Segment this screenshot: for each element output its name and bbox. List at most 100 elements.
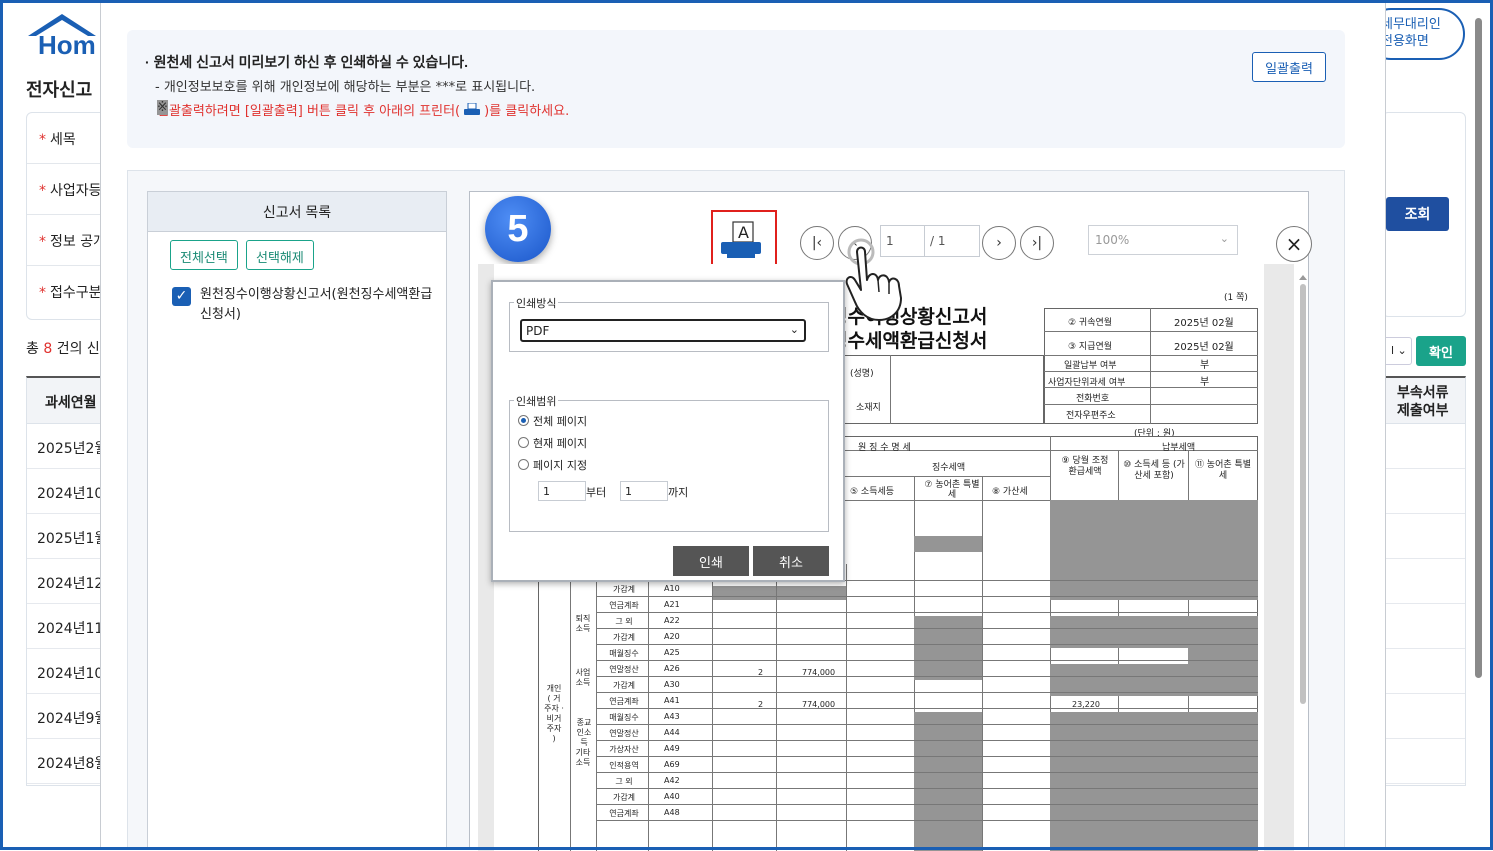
close-viewer-button[interactable]: × [1276, 226, 1312, 262]
row-code: A43 [664, 712, 680, 721]
confirm-button[interactable]: 확인 [1416, 336, 1466, 366]
print-method-select[interactable]: PDF ⌄ [520, 319, 806, 342]
belong-month-label: ② 귀속연월 [1068, 318, 1113, 328]
row-divider [596, 724, 1258, 725]
printer-icon: A [721, 221, 761, 258]
logo-text: Hom [38, 30, 96, 60]
row-code: A30 [664, 680, 680, 689]
withholding-section-label: 원 징 수 명 세 [858, 443, 911, 453]
print-button[interactable]: A [711, 210, 777, 272]
row-code: A48 [664, 808, 680, 817]
row-code: A10 [664, 584, 680, 593]
col-income-tax-pay: ⑩ 소득세 등 (가산세 포함) [1123, 460, 1185, 481]
row-divider [596, 740, 1258, 741]
table-row[interactable]: 2024년12월 [27, 559, 105, 604]
row-label: 매월징수 [609, 649, 639, 658]
page-scrollbar[interactable] [1474, 8, 1484, 838]
row-divider [596, 660, 1258, 661]
notice-line-3: ※ 일괄출력하려면 [일괄출력] 버튼 클릭 후 아래의 프린터()를 클릭하세… [157, 100, 570, 119]
print-confirm-button[interactable]: 인쇄 [673, 546, 749, 576]
row-label: 매월징수 [609, 713, 639, 722]
table-row[interactable]: 2024년11월 [27, 604, 105, 649]
form-field: * 정보 공개 [27, 215, 105, 266]
bulk-pay-value: 부 [1200, 360, 1210, 371]
row-label: 연금계좌 [609, 601, 639, 610]
table-row[interactable]: 2025년1월 [27, 514, 105, 559]
col-adjust-refund: ⑨ 당월 조정 환급세액 [1061, 456, 1109, 477]
row-label: 가감계 [612, 633, 636, 642]
notice-line-1: · 원천세 신고서 미리보기 하신 후 인쇄하실 수 있습니다. [145, 54, 469, 70]
search-button[interactable]: 조회 [1386, 197, 1449, 231]
col-rural-tax-pay: ⑪ 농어촌 특별세 [1194, 460, 1252, 481]
page-size-select[interactable]: l ⌄ [1382, 337, 1412, 365]
first-page-button[interactable]: |‹ [800, 226, 834, 260]
row-label: 연말정산 [609, 729, 639, 738]
notice-line-2: - 개인정보보호를 위해 개인정보에 해당하는 부분은 ***로 표시됩니다. [155, 80, 536, 95]
select-all-button[interactable]: 전체선택 [170, 240, 238, 270]
print-preview-modal: · 원천세 신고서 미리보기 하신 후 인쇄하실 수 있습니다. - 개인정보보… [100, 0, 1482, 851]
table-row[interactable]: 2025년2월 [27, 424, 105, 469]
row-label: 그 외 [615, 617, 633, 626]
report-item-label[interactable]: 원천징수이행상황신고서(원천징수세액환급신청서) [200, 285, 435, 325]
row-label: 가감계 [612, 585, 636, 594]
row-label: 연금계좌 [609, 697, 639, 706]
table-row[interactable]: 2024년9월 [27, 694, 105, 739]
row-divider [596, 772, 1258, 773]
row-code: A42 [664, 776, 680, 785]
col-rural-tax: ⑦ 농어촌 특별세 [924, 480, 980, 500]
radio-all-pages[interactable]: 전체 페이지 [518, 413, 587, 429]
report-list-header: 신고서 목록 [148, 192, 446, 232]
result-count: 총 8 건의 신 [26, 341, 100, 357]
row-label: 그 외 [615, 777, 633, 786]
page-total: / 1 [924, 225, 980, 257]
row-code: A69 [664, 760, 680, 769]
zoom-select[interactable]: 100% ⌄ [1088, 225, 1238, 255]
step-badge: 5 [485, 196, 551, 262]
svg-text:A: A [738, 223, 749, 242]
row-divider [596, 644, 1258, 645]
group-retire-label: 퇴직 소득 [575, 614, 591, 633]
print-cancel-button[interactable]: 취소 [753, 546, 829, 576]
a30-count: 2 [758, 700, 764, 709]
last-page-button[interactable]: ›| [1020, 226, 1054, 260]
form-field: * 사업자등 [27, 164, 105, 215]
row-divider [596, 612, 1258, 613]
row-code: A40 [664, 792, 680, 801]
row-code: A25 [664, 648, 680, 657]
row-code: A22 [664, 616, 680, 625]
pointer-hand-icon [839, 232, 927, 324]
row-label: 가감계 [612, 681, 636, 690]
row-divider [596, 676, 1258, 677]
print-range-group: 인쇄범위 전체 페이지 현재 페이지 페이지 지정 1 부터 1 까지 [509, 393, 829, 532]
radio-custom-pages[interactable]: 페이지 지정 [518, 457, 587, 473]
table-row[interactable]: 2024년8월 [27, 739, 105, 784]
row-label: 연말정산 [609, 665, 639, 674]
bulk-pay-label: 일괄납부 여부 [1064, 361, 1117, 371]
row-divider [596, 596, 1258, 597]
result-table: 과세연월 2025년2월 2024년10월 2025년1월 2024년12월 2… [26, 376, 106, 786]
phone-label: 전화번호 [1076, 394, 1110, 404]
page-to-input[interactable]: 1 [620, 481, 668, 501]
report-checkbox[interactable]: ✓ [172, 287, 191, 306]
table-row[interactable]: 2024년10월 [27, 649, 105, 694]
radio-current-page[interactable]: 현재 페이지 [518, 435, 587, 451]
row-divider [596, 820, 1258, 821]
row-divider [596, 628, 1258, 629]
row-label: 가상자산 [609, 745, 639, 754]
form-field: * 세목 [27, 113, 105, 164]
row-divider [596, 708, 1258, 709]
doc-title-line-2: 징수세액환급신청서 [830, 331, 988, 352]
next-page-button[interactable]: › [982, 226, 1016, 260]
bulk-print-button[interactable]: 일괄출력 [1252, 52, 1326, 82]
table-row[interactable]: 2024년10월 [27, 469, 105, 514]
unit-tax-label: 사업자단위과세 여부 [1048, 378, 1126, 388]
row-divider [596, 692, 1258, 693]
row-divider [596, 804, 1258, 805]
deselect-all-button[interactable]: 선택해제 [245, 240, 314, 270]
print-options-dialog: 인쇄방식 PDF ⌄ 인쇄범위 전체 페이지 현재 페이지 페이지 지정 1 부터… [491, 280, 845, 582]
row-code: A44 [664, 728, 680, 737]
viewer-scrollbar[interactable] [1298, 272, 1308, 842]
pay-month-value: 2025년 02월 [1174, 342, 1234, 353]
col-additional-tax: ⑧ 가산세 [992, 487, 1028, 497]
page-from-input[interactable]: 1 [538, 481, 586, 501]
